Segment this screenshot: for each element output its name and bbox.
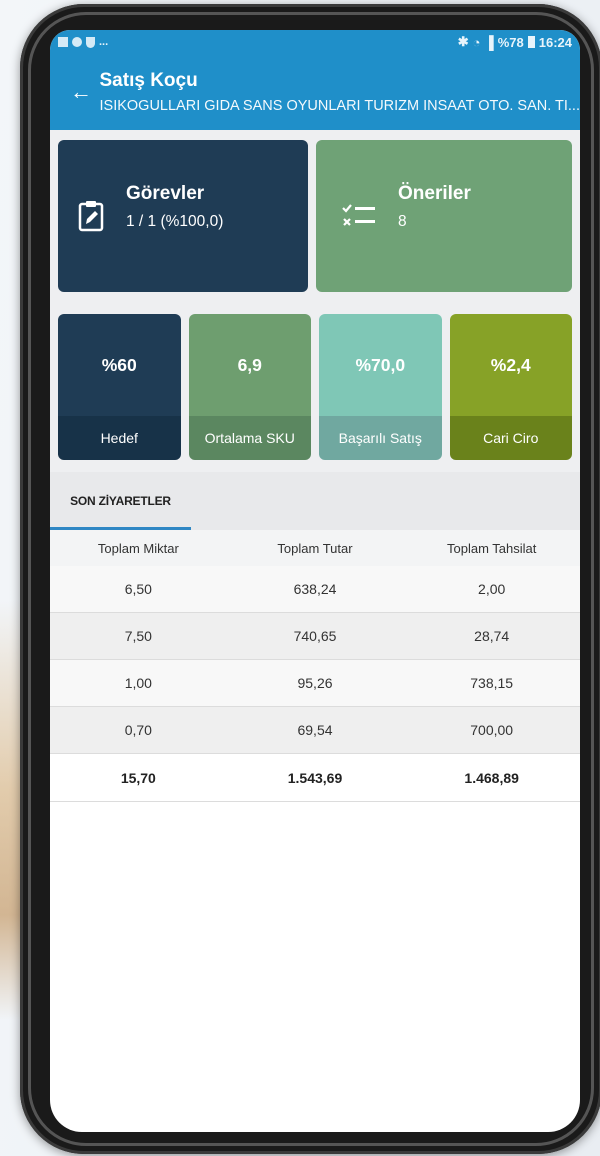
image-notification-icon (58, 37, 68, 47)
header-total-collection: Toplam Tahsilat (446, 540, 537, 556)
battery-icon (527, 36, 535, 48)
metric-successful-sales-label: Başarılı Satış (319, 416, 442, 460)
table-total-row: 15,70 1.543,69 1.468,89 (50, 754, 580, 802)
battery-percent: %78 (497, 34, 524, 50)
back-arrow-icon[interactable]: ← (70, 81, 100, 103)
app-bar: ← Satış Koçu ISIKOGULLARI GIDA SANS OYUN… (50, 54, 580, 130)
metric-successful-sales-value: %70,0 (319, 314, 442, 416)
cell-quantity: 1,00 (124, 675, 152, 691)
clipboard-edit-icon (78, 201, 104, 232)
app-screen: ... ✱ ◔ ▐ %78 16:24 ← Satış Koçu ISIKOGU… (50, 30, 580, 1132)
bluetooth-icon: ✱ (457, 34, 469, 49)
header-total-amount: Toplam Tutar (277, 540, 353, 556)
cell-amount: 740,65 (293, 628, 337, 644)
signal-icon: ▐ (484, 34, 494, 50)
cell-quantity: 0,70 (124, 722, 152, 738)
cell-collection: 700,00 (470, 722, 514, 738)
table-row[interactable]: 6,50 638,24 2,00 (50, 566, 580, 613)
cell-amount: 95,26 (297, 675, 333, 691)
table-row[interactable]: 1,00 95,26 738,15 (50, 660, 580, 707)
cell-collection: 28,74 (474, 628, 510, 644)
metric-target-value: %60 (58, 314, 181, 416)
cell-quantity: 7,50 (124, 628, 152, 644)
cell-collection: 738,15 (470, 675, 514, 691)
metric-account-revenue-value: %2,4 (449, 314, 572, 416)
cell-collection: 2,00 (478, 581, 506, 597)
suggestions-card[interactable]: Öneriler 8 (316, 140, 572, 292)
customer-name: ISIKOGULLARI GIDA SANS OYUNLARI TURIZM I… (99, 98, 581, 114)
tab-indicator (50, 527, 191, 530)
more-notifications-text: ... (99, 36, 109, 48)
cell-amount: 69,54 (297, 722, 333, 738)
header-total-quantity: Toplam Miktar (97, 540, 179, 556)
status-bar: ... ✱ ◔ ▐ %78 16:24 (50, 30, 580, 54)
shield-icon (86, 36, 95, 48)
metric-avg-sku-value: 6,9 (188, 314, 311, 416)
wifi-icon: ◔ (472, 34, 481, 50)
metric-avg-sku[interactable]: 6,9 Ortalama SKU (188, 314, 311, 460)
tab-recent-visits[interactable]: SON ZİYARETLER (50, 472, 191, 530)
total-collection: 1.468,89 (464, 769, 519, 786)
table-row[interactable]: 7,50 740,65 28,74 (50, 613, 580, 660)
table-header: Toplam Miktar Toplam Tutar Toplam Tahsil… (50, 530, 580, 566)
metric-avg-sku-label: Ortalama SKU (188, 416, 311, 460)
metric-account-revenue-label: Cari Ciro (449, 416, 572, 460)
cell-amount: 638,24 (293, 581, 337, 597)
metric-successful-sales[interactable]: %70,0 Başarılı Satış (319, 314, 442, 460)
metric-target[interactable]: %60 Hedef (58, 314, 181, 460)
metric-account-revenue[interactable]: %2,4 Cari Ciro (449, 314, 572, 460)
cell-quantity: 6,50 (124, 581, 152, 597)
suggestions-title: Öneriler (398, 183, 471, 204)
checklist-icon (342, 204, 375, 226)
tasks-value: 1 / 1 (%100,0) (126, 213, 224, 230)
visits-table: Toplam Miktar Toplam Tutar Toplam Tahsil… (50, 530, 580, 802)
clock: 16:24 (538, 34, 572, 50)
settings-notification-icon (72, 37, 82, 47)
page-title: Satış Koçu (99, 70, 198, 91)
table-body: 6,50 638,24 2,00 7,50 740,65 28,74 1,00 … (50, 566, 580, 754)
tab-bar: SON ZİYARETLER (50, 472, 580, 530)
table-row[interactable]: 0,70 69,54 700,00 (50, 707, 580, 754)
total-quantity: 15,70 (120, 769, 156, 786)
dashboard: Görevler 1 / 1 (%100,0) Öneriler 8 %60 H… (50, 130, 580, 472)
tasks-title: Görevler (126, 183, 205, 204)
tasks-card[interactable]: Görevler 1 / 1 (%100,0) (58, 140, 308, 292)
metric-target-label: Hedef (58, 416, 181, 460)
suggestions-value: 8 (398, 213, 407, 230)
total-amount: 1.543,69 (287, 769, 343, 786)
